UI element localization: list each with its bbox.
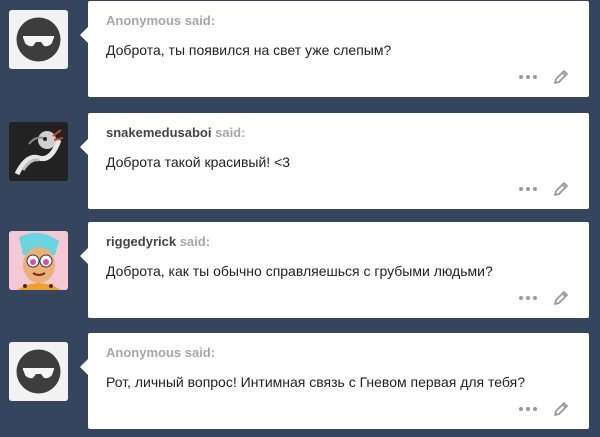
question-text: Доброта такой красивый! <3 <box>106 154 291 170</box>
pencil-icon[interactable] <box>553 290 569 306</box>
anonymous-sunglasses-icon <box>9 342 68 401</box>
asker-line: riggedyrick said: <box>106 234 210 249</box>
asker-line: Anonymous said: <box>106 13 215 28</box>
ask-bubble: Anonymous said: Доброта, ты появился на … <box>80 1 589 97</box>
post-actions <box>519 288 569 308</box>
ask-post: Anonymous said: Доброта, ты появился на … <box>0 1 600 97</box>
question-text: Доброта, как ты обычно справляешься с гр… <box>106 263 493 279</box>
avatar-anonymous[interactable] <box>9 342 68 401</box>
pencil-icon[interactable] <box>553 69 569 85</box>
more-options-icon[interactable] <box>519 296 537 300</box>
said-label: said: <box>176 234 211 249</box>
post-actions <box>519 179 569 199</box>
asker-line: Anonymous said: <box>106 345 215 360</box>
asker-name: Anonymous <box>106 345 182 360</box>
anonymous-sunglasses-icon <box>9 10 68 69</box>
avatar-anonymous[interactable] <box>9 10 68 69</box>
more-options-icon[interactable] <box>519 187 537 191</box>
asker-name[interactable]: snakemedusaboi <box>106 125 212 140</box>
said-label: said: <box>181 13 216 28</box>
avatar-snakemedusaboi[interactable] <box>9 122 68 181</box>
pencil-icon[interactable] <box>553 401 569 417</box>
avatar-riggedyrick[interactable] <box>9 231 68 290</box>
ask-post: snakemedusaboi said: Доброта такой краси… <box>0 113 600 209</box>
post-actions <box>519 399 569 419</box>
ask-post: Anonymous said: Рот, личный вопрос! Инти… <box>0 333 600 429</box>
post-actions <box>519 67 569 87</box>
ask-bubble: riggedyrick said: Доброта, как ты обычно… <box>80 222 589 318</box>
more-options-icon[interactable] <box>519 75 537 79</box>
said-label: said: <box>211 125 246 140</box>
pencil-icon[interactable] <box>553 181 569 197</box>
question-text: Доброта, ты появился на свет уже слепым? <box>106 42 392 58</box>
cartoon-avatar <box>9 231 68 290</box>
said-label: said: <box>181 345 216 360</box>
asker-line: snakemedusaboi said: <box>106 125 245 140</box>
snake-avatar <box>9 122 68 181</box>
more-options-icon[interactable] <box>519 407 537 411</box>
question-text: Рот, личный вопрос! Интимная связь с Гне… <box>106 374 525 390</box>
asker-name[interactable]: riggedyrick <box>106 234 176 249</box>
ask-bubble: snakemedusaboi said: Доброта такой краси… <box>80 113 589 209</box>
ask-post: riggedyrick said: Доброта, как ты обычно… <box>0 222 600 318</box>
ask-bubble: Anonymous said: Рот, личный вопрос! Инти… <box>80 333 589 429</box>
asker-name: Anonymous <box>106 13 182 28</box>
